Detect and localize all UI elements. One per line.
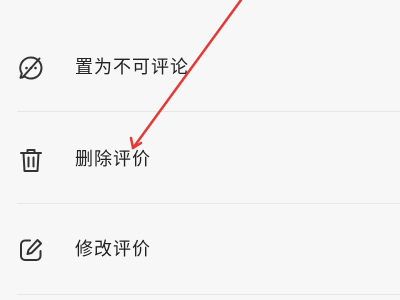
divider — [17, 294, 400, 295]
menu-item-label: 删除评价 — [75, 149, 151, 170]
comment-disabled-icon — [16, 53, 46, 83]
action-menu: 置为不可评论 删除评价 修改评价 — [0, 0, 400, 300]
trash-icon — [16, 145, 46, 175]
menu-item-label: 置为不可评论 — [75, 57, 189, 78]
menu-item-disable-comments[interactable]: 置为不可评论 — [0, 38, 400, 98]
divider — [17, 203, 400, 204]
menu-item-edit-review[interactable]: 修改评价 — [0, 220, 400, 280]
menu-item-label: 修改评价 — [75, 239, 151, 260]
divider — [17, 111, 400, 112]
edit-icon — [16, 235, 46, 265]
menu-item-delete-review[interactable]: 删除评价 — [0, 130, 400, 190]
